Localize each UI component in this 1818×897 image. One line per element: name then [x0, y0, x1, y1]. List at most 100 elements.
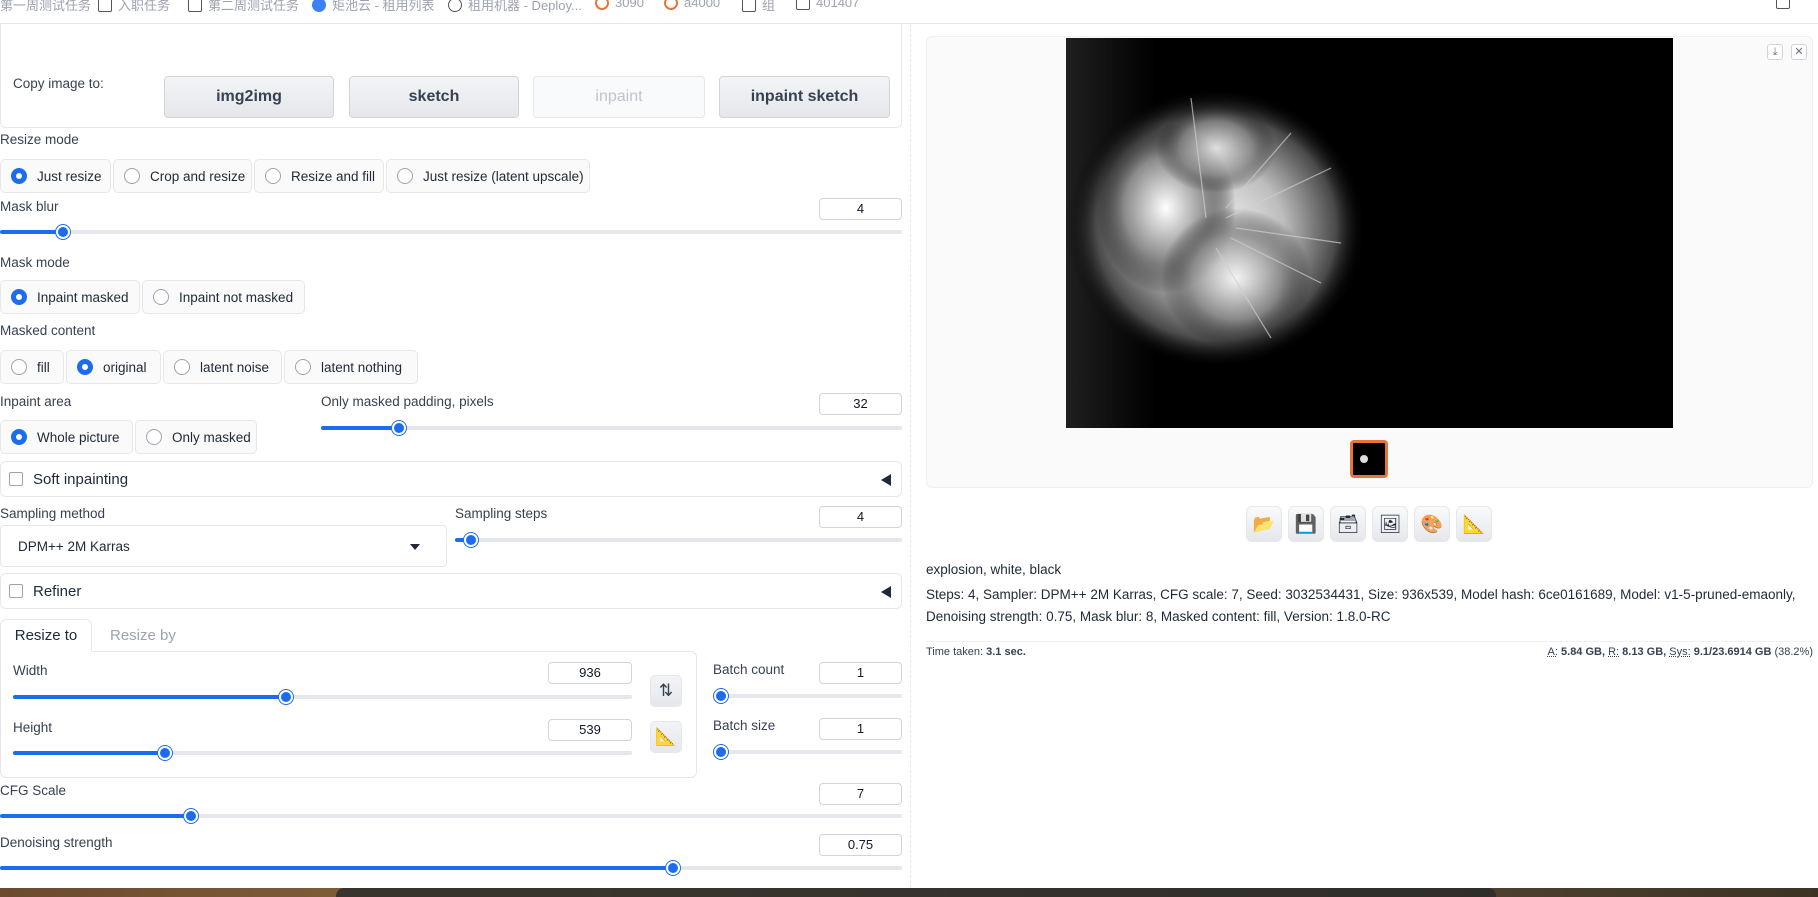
taskbar: [336, 888, 1496, 897]
globe-icon: [448, 0, 462, 12]
bookmark-item[interactable]: [1776, 0, 1790, 9]
refiner-checkbox[interactable]: [9, 584, 23, 598]
sampling-method-select[interactable]: DPM++ 2M Karras: [0, 525, 447, 567]
copy-img2img-button[interactable]: img2img: [164, 76, 334, 118]
download-button[interactable]: ⤓: [1767, 44, 1783, 60]
resize-mode-label: Resize mode: [0, 132, 79, 147]
slider-handle[interactable]: [55, 225, 70, 239]
radio-resize-and-fill[interactable]: Resize and fill: [254, 159, 384, 193]
cfg-scale-slider[interactable]: [0, 809, 902, 823]
padding-input[interactable]: 32: [819, 393, 902, 415]
radio-original[interactable]: original: [66, 350, 161, 384]
denoising-slider[interactable]: [0, 861, 902, 875]
radio-latent-noise[interactable]: latent noise: [163, 350, 282, 384]
send-to-extras-button[interactable]: 📐: [1456, 506, 1492, 542]
batch-size-input[interactable]: 1: [819, 718, 902, 740]
sampling-steps-input[interactable]: 4: [819, 506, 902, 528]
orange-icon: [664, 0, 678, 10]
send-to-inpaint-button[interactable]: 🎨: [1414, 506, 1450, 542]
slider-handle[interactable]: [391, 421, 406, 435]
slider-handle[interactable]: [157, 746, 172, 760]
palette-icon: 🎨: [1420, 513, 1444, 534]
copy-sketch-button[interactable]: sketch: [349, 76, 519, 118]
mask-mode-group: Inpaint masked Inpaint not masked: [0, 280, 305, 314]
save-button[interactable]: 💾: [1288, 506, 1324, 542]
save-icon: 💾: [1294, 513, 1318, 534]
bookmark-item[interactable]: 第二周测试任务: [188, 0, 299, 14]
slider-handle[interactable]: [666, 861, 680, 875]
soft-inpainting-accordion[interactable]: Soft inpainting: [0, 461, 902, 497]
zip-icon: 🗃: [1336, 513, 1360, 534]
slider-handle[interactable]: [714, 689, 728, 703]
radio-dot-icon: [124, 168, 140, 184]
bookmark-item[interactable]: 租用机器 - Deploy...: [448, 0, 582, 14]
soft-inpainting-checkbox[interactable]: [9, 472, 23, 486]
slider-handle[interactable]: [714, 745, 728, 759]
output-thumbnail[interactable]: [1350, 440, 1388, 478]
radio-only-masked[interactable]: Only masked: [135, 420, 257, 454]
output-prompt: explosion, white, black: [926, 562, 1062, 577]
mask-blur-slider[interactable]: [0, 225, 902, 239]
cloud-icon: [312, 0, 326, 12]
radio-just-resize-latent[interactable]: Just resize (latent upscale): [386, 159, 590, 193]
resize-mode-group: Just resize Crop and resize Resize and f…: [0, 159, 590, 193]
height-slider[interactable]: [13, 746, 632, 760]
width-input[interactable]: 936: [548, 662, 632, 684]
download-icon: ⤓: [1772, 45, 1778, 58]
width-slider[interactable]: [13, 690, 632, 704]
batch-count-slider[interactable]: [714, 689, 902, 703]
tab-resize-to[interactable]: Resize to: [0, 619, 92, 652]
folder-icon: [742, 0, 756, 12]
masked-content-group: fill original latent noise latent nothin…: [0, 350, 418, 384]
bookmark-item[interactable]: 401407: [796, 0, 859, 10]
radio-dot-icon: [77, 359, 93, 375]
swap-dimensions-button[interactable]: ⇅: [650, 675, 682, 707]
aspect-ratio-button[interactable]: 📐: [650, 721, 682, 753]
slider-handle[interactable]: [278, 690, 293, 704]
radio-inpaint-masked[interactable]: Inpaint masked: [0, 280, 140, 314]
radio-whole-picture[interactable]: Whole picture: [0, 420, 133, 454]
folder-icon: [98, 0, 112, 12]
radio-just-resize[interactable]: Just resize: [0, 159, 111, 193]
output-toolbar: 📂 💾 🗃 🖼 🎨 📐: [1246, 506, 1492, 542]
batch-size-slider[interactable]: [714, 745, 902, 759]
bookmark-item[interactable]: 入职任务: [98, 0, 170, 14]
folder-icon: 📂: [1252, 513, 1276, 534]
zip-button[interactable]: 🗃: [1330, 506, 1366, 542]
bookmark-item[interactable]: 3090: [595, 0, 644, 10]
sampling-steps-label: Sampling steps: [455, 506, 548, 521]
batch-count-input[interactable]: 1: [819, 662, 902, 684]
tab-resize-by[interactable]: Resize by: [110, 627, 176, 644]
open-folder-button[interactable]: 📂: [1246, 506, 1282, 542]
radio-dot-icon: [11, 429, 27, 445]
bookmark-item[interactable]: 第一周测试任务: [0, 0, 91, 14]
radio-inpaint-not-masked[interactable]: Inpaint not masked: [142, 280, 305, 314]
cfg-scale-input[interactable]: 7: [819, 783, 902, 805]
refiner-accordion[interactable]: Refiner: [0, 573, 902, 609]
radio-latent-nothing[interactable]: latent nothing: [284, 350, 418, 384]
collapse-arrow-icon[interactable]: [881, 474, 891, 486]
image-icon: 🖼: [1378, 513, 1402, 534]
bookmark-item[interactable]: 矩池云 - 租用列表: [312, 0, 435, 14]
mask-blur-input[interactable]: 4: [819, 198, 902, 220]
denoising-label: Denoising strength: [0, 835, 113, 850]
height-input[interactable]: 539: [548, 719, 632, 741]
slider-handle[interactable]: [463, 533, 478, 547]
radio-dot-icon: [11, 168, 27, 184]
copy-inpaint-button[interactable]: inpaint: [533, 76, 705, 118]
radio-crop-and-resize[interactable]: Crop and resize: [113, 159, 252, 193]
output-image[interactable]: [1066, 38, 1673, 428]
send-to-img2img-button[interactable]: 🖼: [1372, 506, 1408, 542]
radio-fill[interactable]: fill: [0, 350, 64, 384]
padding-slider[interactable]: [321, 421, 902, 435]
copy-inpaint-sketch-button[interactable]: inpaint sketch: [719, 76, 890, 118]
bookmark-item[interactable]: 组: [742, 0, 775, 14]
collapse-arrow-icon[interactable]: [881, 586, 891, 598]
sampling-method-label: Sampling method: [0, 506, 106, 521]
sampling-steps-slider[interactable]: [455, 533, 902, 547]
radio-dot-icon: [174, 359, 190, 375]
bookmark-item[interactable]: a4000: [664, 0, 720, 10]
denoising-input[interactable]: 0.75: [819, 834, 902, 856]
close-button[interactable]: ✕: [1791, 44, 1807, 60]
slider-handle[interactable]: [183, 809, 198, 823]
